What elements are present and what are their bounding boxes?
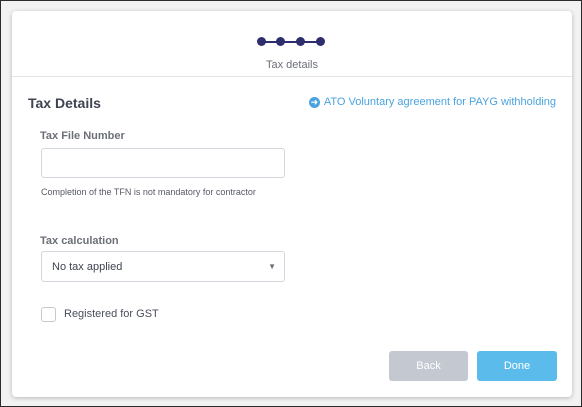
back-button[interactable]: Back — [389, 351, 468, 381]
window-frame: Tax details Tax Details ➜ ATO Voluntary … — [0, 0, 582, 407]
step-dot-3[interactable] — [296, 37, 305, 46]
step-connector — [262, 41, 320, 43]
ato-link-label: ATO Voluntary agreement for PAYG withhol… — [323, 96, 556, 108]
tfn-hint: Completion of the TFN is not mandatory f… — [41, 187, 256, 197]
tax-details-card: Tax details Tax Details ➜ ATO Voluntary … — [12, 11, 572, 397]
tax-calculation-value: No tax applied — [52, 261, 123, 273]
stepper: Tax details — [12, 11, 572, 77]
tax-calculation-select[interactable]: No tax applied ▼ — [41, 251, 285, 282]
tfn-input[interactable] — [41, 148, 285, 178]
tfn-label: Tax File Number — [40, 130, 125, 142]
step-dot-4[interactable] — [316, 37, 325, 46]
gst-checkbox[interactable] — [41, 307, 56, 322]
arrow-circle-right-icon: ➜ — [308, 96, 320, 108]
section-title: Tax Details — [28, 95, 101, 111]
ato-voluntary-agreement-link[interactable]: ➜ ATO Voluntary agreement for PAYG withh… — [308, 96, 556, 108]
step-label: Tax details — [266, 59, 318, 71]
step-indicator — [257, 36, 327, 48]
gst-checkbox-label[interactable]: Registered for GST — [64, 308, 159, 320]
done-button[interactable]: Done — [477, 351, 557, 381]
tax-calculation-label: Tax calculation — [40, 235, 119, 247]
step-dot-2[interactable] — [276, 37, 285, 46]
step-dot-1[interactable] — [257, 37, 266, 46]
chevron-down-icon: ▼ — [268, 262, 276, 271]
